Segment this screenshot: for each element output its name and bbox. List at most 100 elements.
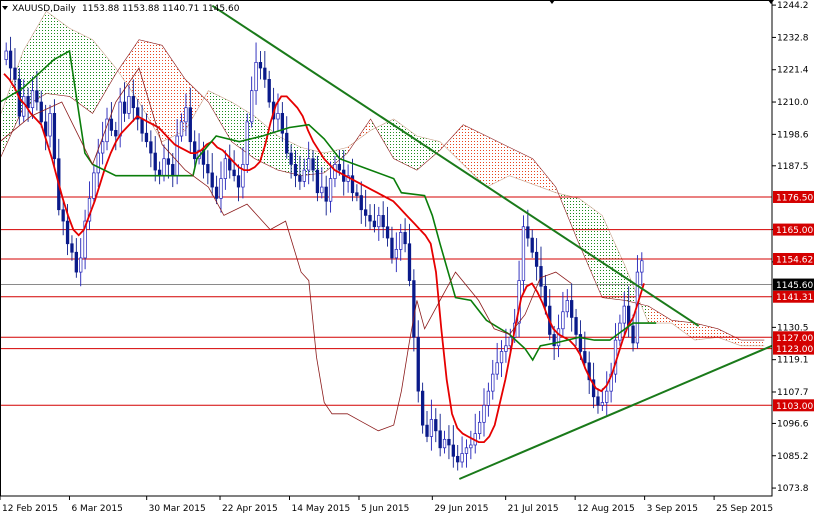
candle-body	[35, 90, 39, 103]
candle-body	[477, 421, 482, 434]
x-tick-label: 12 Aug 2015	[577, 504, 635, 514]
ichimoku-cloud	[0, 10, 765, 347]
price-tag-label: 1176.50	[776, 193, 813, 203]
candle-body	[298, 175, 302, 182]
candle-body	[372, 220, 377, 228]
cloud-segment	[532, 158, 556, 193]
plot-frame	[0, 0, 773, 497]
candle-body	[236, 175, 241, 188]
candle-body	[491, 373, 495, 392]
candle-body	[219, 178, 223, 199]
trendlines	[211, 4, 773, 480]
y-tick-label: 1119.1	[777, 356, 809, 366]
candle-body	[495, 362, 499, 375]
y-tick-label: 1210.0	[777, 98, 809, 108]
indicator-lines	[0, 49, 657, 444]
candle-body	[412, 280, 416, 338]
candle-body	[311, 158, 315, 171]
candle-body	[640, 260, 644, 273]
candle-body	[561, 311, 565, 330]
candle-body	[250, 90, 254, 123]
scale-marker-icon[interactable]	[768, 0, 774, 4]
candle-body	[328, 178, 333, 202]
x-tick-label: 21 Jul 2015	[508, 504, 559, 514]
candle-body	[307, 158, 311, 171]
candle-body	[570, 300, 574, 318]
candle-body	[574, 317, 578, 335]
candle-body	[526, 226, 530, 239]
candle-body	[22, 96, 26, 117]
y-tick-label: 1232.8	[777, 33, 809, 43]
candle-body	[394, 249, 398, 259]
candle-body	[539, 266, 543, 287]
candle-body	[131, 96, 135, 109]
candle-body	[451, 444, 455, 457]
candle-body	[596, 396, 600, 406]
candle-body	[4, 50, 8, 60]
cloud-segment	[741, 340, 765, 346]
candle-body	[543, 285, 548, 307]
x-tick-label: 22 Apr 2015	[222, 504, 278, 514]
candle-body	[258, 62, 263, 69]
candle-body	[583, 351, 587, 364]
candle-body	[171, 164, 175, 177]
chart-title-symbol: XAUUSD,Daily	[12, 4, 76, 14]
x-tick-label: 14 May 2015	[292, 504, 351, 514]
candle-body	[363, 209, 368, 216]
price-tag-label: 1123.00	[776, 345, 813, 355]
candle-body	[385, 226, 390, 239]
y-tick-label: 1244.2	[777, 1, 809, 11]
candle-body	[429, 419, 434, 437]
candle-body	[48, 113, 52, 137]
candle-body	[447, 438, 451, 446]
y-tick-label: 1073.8	[777, 484, 809, 494]
candle-body	[114, 130, 118, 137]
candle-body	[521, 226, 526, 281]
cloud-segment	[23, 11, 47, 108]
cloud-span-b	[0, 39, 765, 341]
candle-body	[144, 132, 149, 143]
x-tick-label: 6 Mar 2015	[71, 504, 122, 514]
candle-body	[420, 390, 425, 426]
candle-body	[324, 186, 328, 202]
candle-body	[482, 404, 486, 423]
candle-body	[127, 96, 131, 114]
price-tag-label: 1154.62	[776, 255, 813, 265]
cloud-segment	[602, 215, 626, 301]
candle-body	[70, 243, 74, 253]
y-tick-label: 1187.5	[777, 162, 809, 172]
candle-body	[109, 118, 114, 131]
candle-body	[232, 169, 236, 177]
chart-ohlc-values: 1153.88 1153.88 1140.71 1145.60	[82, 4, 240, 14]
y-tick-label: 1096.6	[777, 419, 809, 429]
candle-body	[425, 424, 429, 437]
candle-body	[442, 438, 447, 449]
candle-body	[92, 172, 96, 199]
candle-body	[407, 243, 412, 281]
price-tag-label: 1103.00	[776, 402, 813, 412]
candle-body	[157, 169, 162, 177]
cloud-segment	[115, 39, 139, 103]
candle-body	[600, 402, 605, 406]
chart-header: XAUUSD,Daily 1153.88 1153.88 1140.71 114…	[12, 4, 240, 14]
candle-body	[622, 305, 626, 324]
candle-body	[504, 345, 508, 352]
candle-body	[605, 390, 609, 403]
candle-body	[149, 141, 153, 154]
candle-body	[464, 447, 469, 454]
candle-body	[214, 186, 219, 199]
candle-body	[469, 444, 473, 449]
candle-body	[140, 118, 144, 134]
candle-body	[206, 164, 210, 174]
shift-marker-icon[interactable]	[549, 0, 555, 4]
candle-body	[245, 121, 249, 165]
candle-body	[13, 67, 17, 80]
candle-body	[96, 152, 100, 174]
dropdown-triangle-icon[interactable]	[2, 6, 8, 10]
candle-body	[276, 113, 280, 120]
candle-body	[267, 79, 271, 103]
cloud-segment	[648, 306, 672, 324]
candle-body	[534, 251, 539, 267]
candle-body	[153, 152, 157, 171]
candle-body	[193, 141, 197, 160]
